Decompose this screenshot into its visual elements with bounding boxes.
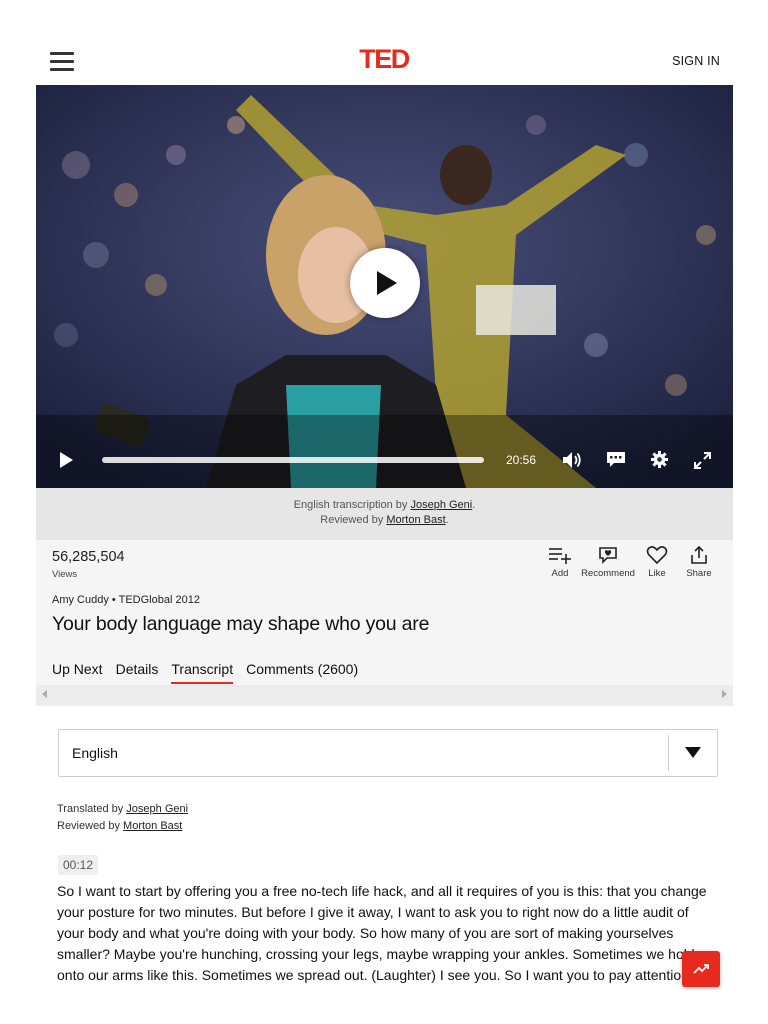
select-divider: [668, 735, 669, 771]
share-label: Share: [686, 568, 712, 579]
like-label: Like: [648, 568, 666, 579]
scroll-left-icon[interactable]: [42, 690, 47, 698]
language-select[interactable]: English: [58, 729, 718, 777]
scroll-right-icon[interactable]: [722, 690, 727, 698]
language-value: English: [72, 745, 118, 761]
progress-bar[interactable]: [102, 457, 484, 463]
tab-transcript[interactable]: Transcript: [171, 661, 234, 684]
reviewed-prefix: Reviewed by: [320, 514, 387, 526]
transcript-paragraph[interactable]: So I want to start by offering you a fre…: [57, 881, 707, 986]
settings-gear-icon[interactable]: [650, 450, 669, 469]
add-label: Add: [551, 568, 569, 579]
talk-info-panel: 56,285,504 Views Add Recommend Like Shar…: [36, 540, 733, 706]
timestamp-badge[interactable]: 00:12: [58, 855, 99, 875]
speaker-event[interactable]: Amy Cuddy • TEDGlobal 2012: [52, 594, 200, 606]
period: .: [472, 499, 476, 511]
views-count: 56,285,504: [52, 549, 125, 565]
tab-details[interactable]: Details: [116, 661, 159, 682]
trending-button[interactable]: [682, 951, 720, 987]
transcription-prefix: English transcription by: [293, 499, 411, 511]
ted-logo[interactable]: TED: [0, 44, 768, 75]
translator-link[interactable]: Joseph Geni: [126, 803, 188, 815]
volume-icon[interactable]: [562, 451, 582, 469]
period: .: [445, 514, 449, 526]
reviewer-link[interactable]: Morton Bast: [123, 820, 182, 832]
share-button[interactable]: Share: [669, 545, 729, 579]
reviewer-link[interactable]: Morton Bast: [386, 514, 445, 526]
translated-prefix: Translated by: [57, 803, 127, 815]
tab-up-next[interactable]: Up Next: [52, 661, 103, 682]
play-button-large[interactable]: [350, 248, 420, 318]
video-player[interactable]: 20:56: [36, 85, 733, 488]
talk-title: Your body language may shape who you are: [52, 613, 430, 635]
views-label: Views: [52, 569, 78, 580]
transcription-credits: English transcription by Joseph Geni. Re…: [36, 488, 733, 540]
share-icon: [691, 545, 707, 564]
heart-icon: [646, 546, 668, 565]
play-icon[interactable]: [60, 452, 73, 468]
transcript-credits: Translated by Joseph Geni Reviewed by Mo…: [57, 801, 188, 835]
reviewed-prefix: Reviewed by: [57, 820, 124, 832]
sign-in-link[interactable]: SIGN IN: [672, 54, 720, 68]
tab-comments[interactable]: Comments (2600): [246, 661, 358, 682]
fullscreen-icon[interactable]: [694, 452, 711, 469]
trending-up-icon: [693, 964, 709, 974]
transcriber-link[interactable]: Joseph Geni: [410, 499, 472, 511]
tab-bar: Up Next Details Transcript Comments (2600): [52, 661, 371, 684]
horizontal-scrollbar[interactable]: [36, 685, 733, 706]
add-to-list-icon: [549, 548, 571, 564]
recommend-icon: [599, 547, 617, 564]
dropdown-arrow-icon[interactable]: [685, 747, 701, 758]
duration-label: 20:56: [506, 453, 537, 467]
subtitles-icon[interactable]: [606, 451, 626, 468]
